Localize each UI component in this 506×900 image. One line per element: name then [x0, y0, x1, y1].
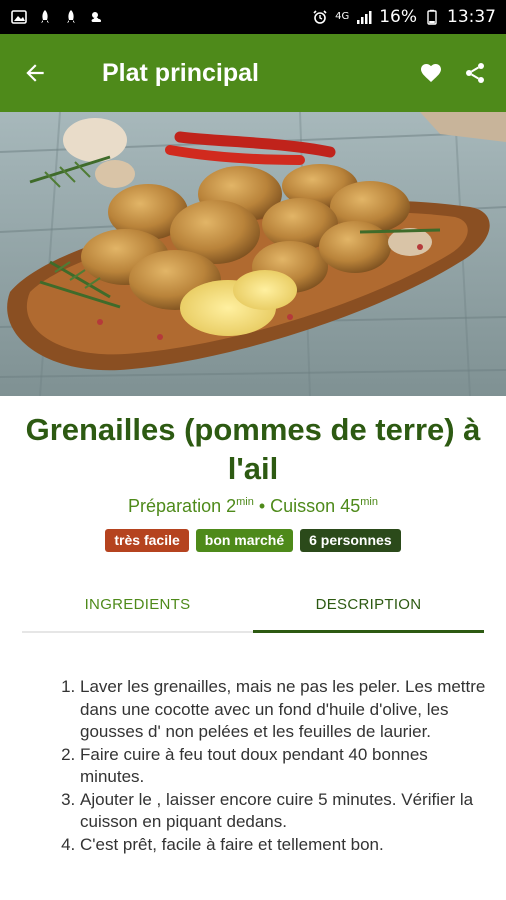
system-status: 4G 16% 13:37 [311, 7, 496, 27]
arrow-left-icon [26, 64, 44, 82]
roasted-potatoes-image [0, 112, 506, 396]
difficulty-badge: très facile [105, 529, 189, 552]
cook-time: Cuisson 45 [270, 496, 361, 516]
alarm-icon [311, 8, 329, 26]
tab-ingredients[interactable]: INGREDIENTS [22, 578, 253, 631]
tab-description[interactable]: DESCRIPTION [253, 578, 484, 633]
timing-separator: • [253, 496, 271, 516]
cost-badge: bon marché [195, 529, 294, 552]
step-item: Laver les grenailles, mais ne pas les pe… [80, 676, 486, 744]
status-bar: 4G 16% 13:37 [0, 0, 506, 34]
rocket-icon [36, 8, 54, 26]
recipe-title: Grenailles (pommes de terre) à l'ail [25, 412, 481, 486]
weather-icon [88, 8, 106, 26]
battery-icon [423, 8, 441, 26]
prep-unit: min [236, 496, 254, 508]
notification-icons [10, 8, 106, 26]
prep-time: Préparation 2 [128, 496, 237, 516]
heart-icon [421, 64, 441, 82]
page-title: Plat principal [102, 58, 259, 87]
recipe-tabs: INGREDIENTS DESCRIPTION [22, 578, 484, 633]
network-type: 4G [335, 11, 350, 22]
share-button[interactable] [462, 60, 488, 86]
step-item: C'est prêt, facile à faire et tellement … [80, 834, 486, 857]
cook-unit: min [360, 496, 378, 508]
step-item: Ajouter le , laisser encore cuire 5 minu… [80, 789, 486, 834]
signal-icon [355, 8, 373, 26]
battery-percent: 16% [379, 7, 417, 27]
share-icon [466, 63, 484, 83]
recipe-photo [0, 112, 506, 396]
recipe-steps: Laver les grenailles, mais ne pas les pe… [56, 676, 486, 856]
clock: 13:37 [447, 7, 496, 27]
app-bar: Plat principal [0, 34, 506, 112]
rocket-icon-2 [62, 8, 80, 26]
step-item: Faire cuire à feu tout doux pendant 40 b… [80, 744, 486, 789]
recipe-timing: Préparation 2min • Cuisson 45min [0, 496, 506, 517]
recipe-badges: très facile bon marché 6 personnes [0, 529, 506, 552]
image-icon [10, 8, 28, 26]
back-button[interactable] [0, 34, 70, 112]
favorite-button[interactable] [418, 60, 444, 86]
servings-badge: 6 personnes [300, 529, 401, 552]
